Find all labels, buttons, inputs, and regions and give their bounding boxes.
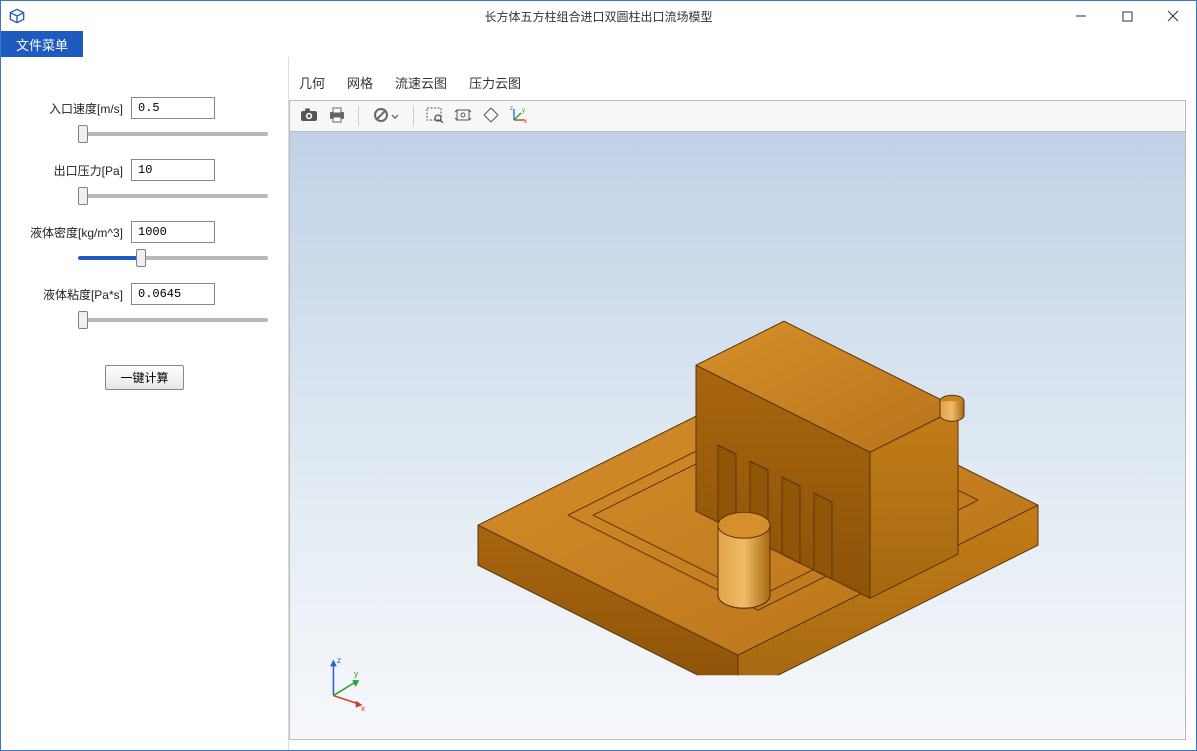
title-bar: 长方体五方柱组合进口双圆柱出口流场模型 xyxy=(1,1,1196,31)
tab-velocity-contour[interactable]: 流速云图 xyxy=(393,71,449,94)
param-row-fluid-density: 液体密度[kg/m^3] xyxy=(21,221,268,243)
inlet-velocity-slider[interactable] xyxy=(78,132,268,136)
fit-all-icon xyxy=(454,107,472,126)
param-row-inlet-velocity: 入口速度[m/s] xyxy=(21,97,268,119)
inlet-velocity-input[interactable] xyxy=(131,97,215,119)
fit-all-button[interactable] xyxy=(450,104,476,128)
chevron-down-icon xyxy=(391,109,399,123)
tab-geometry[interactable]: 几何 xyxy=(297,71,327,94)
param-row-outlet-pressure: 出口压力[Pa] xyxy=(21,159,268,181)
close-button[interactable] xyxy=(1150,1,1196,31)
tab-pressure-contour[interactable]: 压力云图 xyxy=(467,71,523,94)
param-label: 液体密度[kg/m^3] xyxy=(21,224,131,241)
cancel-dropdown[interactable] xyxy=(367,104,405,128)
window-title: 长方体五方柱组合进口双圆柱出口流场模型 xyxy=(1,8,1196,25)
camera-icon xyxy=(300,107,318,126)
viewport-container: z y x xyxy=(289,132,1186,740)
viewport-3d[interactable]: z y x xyxy=(290,132,1185,739)
reset-view-icon xyxy=(482,107,500,126)
svg-text:x: x xyxy=(524,119,527,124)
sidebar: 入口速度[m/s] 出口压力[Pa] 液体密度[kg/m^3] 液体粘度[Pa*… xyxy=(1,57,289,750)
param-label: 出口压力[Pa] xyxy=(21,162,131,179)
zoom-box-icon xyxy=(426,107,444,126)
print-icon xyxy=(328,107,346,126)
fluid-viscosity-slider[interactable] xyxy=(78,318,268,322)
axis-toggle-button[interactable]: z y x xyxy=(506,104,532,128)
cancel-icon xyxy=(373,107,389,126)
zoom-box-button[interactable] xyxy=(422,104,448,128)
outlet-pressure-input[interactable] xyxy=(131,159,215,181)
fluid-density-input[interactable] xyxy=(131,221,215,243)
main-area: 入口速度[m/s] 出口压力[Pa] 液体密度[kg/m^3] 液体粘度[Pa*… xyxy=(1,57,1196,750)
view-tabs: 几何 网格 流速云图 压力云图 xyxy=(289,67,1186,100)
maximize-button[interactable] xyxy=(1104,1,1150,31)
outlet-pressure-slider[interactable] xyxy=(78,194,268,198)
print-button[interactable] xyxy=(324,104,350,128)
axis-x-label: x xyxy=(361,703,366,711)
fluid-viscosity-input[interactable] xyxy=(131,283,215,305)
param-label: 入口速度[m/s] xyxy=(21,100,131,117)
svg-text:y: y xyxy=(522,108,525,114)
axis-icon: z y x xyxy=(510,106,528,127)
axis-gizmo: z y x xyxy=(318,651,378,711)
param-label: 液体粘度[Pa*s] xyxy=(21,286,131,303)
axis-y-label: y xyxy=(354,669,359,679)
viewport-toolbar: z y x xyxy=(289,100,1186,132)
reset-view-button[interactable] xyxy=(478,104,504,128)
tab-mesh[interactable]: 网格 xyxy=(345,71,375,94)
window-controls xyxy=(1058,1,1196,31)
file-menu-button[interactable]: 文件菜单 xyxy=(1,31,83,57)
menu-bar: 文件菜单 xyxy=(1,31,1196,57)
minimize-button[interactable] xyxy=(1058,1,1104,31)
param-row-fluid-viscosity: 液体粘度[Pa*s] xyxy=(21,283,268,305)
camera-button[interactable] xyxy=(296,104,322,128)
axis-z-label: z xyxy=(337,655,341,665)
svg-text:z: z xyxy=(510,106,513,112)
calculate-button[interactable]: 一键计算 xyxy=(105,365,183,390)
app-icon xyxy=(7,6,27,26)
model-geometry xyxy=(418,215,1058,675)
toolbar-separator xyxy=(413,106,414,126)
toolbar-separator xyxy=(358,106,359,126)
content-area: 几何 网格 流速云图 压力云图 xyxy=(289,57,1196,750)
fluid-density-slider[interactable] xyxy=(78,256,268,260)
